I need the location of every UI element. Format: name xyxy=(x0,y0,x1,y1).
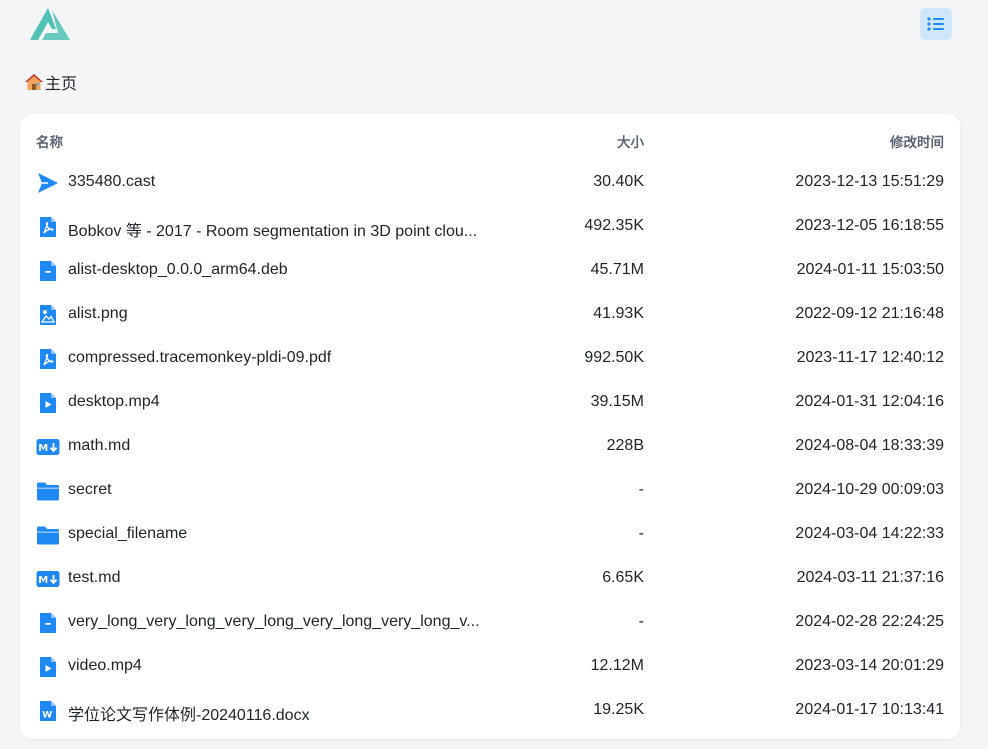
file-name[interactable]: test.md xyxy=(68,569,490,587)
file-modified-time: 2023-12-13 15:51:29 xyxy=(795,173,944,190)
file-name[interactable]: alist.png xyxy=(68,305,490,323)
file-list-card: 名称 大小 修改时间 335480.cast 30.40K 2023-12-13 1… xyxy=(20,114,960,739)
list-view-toggle-button[interactable] xyxy=(920,8,952,40)
markdown-icon: M xyxy=(36,567,60,591)
file-row[interactable]: Mmath.md 228B 2024-08-04 18:33:39 xyxy=(20,425,960,469)
file-row[interactable]: compressed.tracemonkey-pldi-09.pdf 992.50… xyxy=(20,337,960,381)
file-modified-time: 2024-10-29 00:09:03 xyxy=(795,481,944,498)
file-name[interactable]: video.mp4 xyxy=(68,657,490,675)
file-name[interactable]: Bobkov 等 - 2017 - Room segmentation in 3… xyxy=(68,217,490,241)
file-size: 39.15M xyxy=(590,393,644,410)
file-size: 6.65K xyxy=(602,569,644,586)
file-row[interactable]: video.mp4 12.12M 2023-03-14 20:01:29 xyxy=(20,645,960,689)
column-header-modified[interactable]: 修改时间 xyxy=(890,131,944,151)
pdf-icon xyxy=(36,347,60,371)
breadcrumb-home-label[interactable]: 主页 xyxy=(45,70,77,94)
file-size: 228B xyxy=(606,437,644,454)
file-row[interactable]: very_long_very_long_very_long_very_long_… xyxy=(20,601,960,645)
video-icon xyxy=(36,655,60,679)
file-name[interactable]: desktop.mp4 xyxy=(68,393,490,411)
file-name[interactable]: 学位论文写作体例-20240116.docx xyxy=(68,701,490,725)
word-icon: W xyxy=(36,699,60,723)
file-modified-time: 2024-01-31 12:04:16 xyxy=(795,393,944,410)
file-icon xyxy=(36,259,60,283)
breadcrumb[interactable]: 主页 xyxy=(24,71,77,93)
file-row[interactable]: secret - 2024-10-29 00:09:03 xyxy=(20,469,960,513)
pdf-icon xyxy=(36,215,60,239)
house-icon xyxy=(25,74,43,90)
file-modified-time: 2024-01-17 10:13:41 xyxy=(795,701,944,718)
file-modified-time: 2024-08-04 18:33:39 xyxy=(795,437,944,454)
cast-icon xyxy=(36,171,60,195)
column-header-name[interactable]: 名称 xyxy=(36,131,63,151)
file-modified-time: 2023-03-14 20:01:29 xyxy=(795,657,944,674)
file-name[interactable]: alist-desktop_0.0.0_arm64.deb xyxy=(68,261,490,279)
file-size: 992.50K xyxy=(584,349,644,366)
file-row[interactable]: W 学位论文写作体例-20240116.docx 19.25K 2024-01-17 … xyxy=(20,689,960,733)
file-row[interactable]: 335480.cast 30.40K 2023-12-13 15:51:29 xyxy=(20,161,960,205)
file-name[interactable]: 335480.cast xyxy=(68,173,490,191)
file-icon xyxy=(36,611,60,635)
file-size: 30.40K xyxy=(593,173,644,190)
list-icon xyxy=(927,17,944,31)
file-row[interactable]: desktop.mp4 39.15M 2024-01-31 12:04:16 xyxy=(20,381,960,425)
file-size: 492.35K xyxy=(584,217,644,234)
file-name[interactable]: secret xyxy=(68,481,490,499)
file-modified-time: 2023-11-17 12:40:12 xyxy=(796,349,944,366)
file-size: 41.93K xyxy=(593,305,644,322)
file-name[interactable]: special_filename xyxy=(68,525,490,543)
file-size: - xyxy=(638,481,644,498)
file-name[interactable]: math.md xyxy=(68,437,490,455)
file-row[interactable]: alist.png 41.93K 2022-09-12 21:16:48 xyxy=(20,293,960,337)
file-size: - xyxy=(638,613,644,630)
file-row[interactable]: Mtest.md 6.65K 2024-03-11 21:37:16 xyxy=(20,557,960,601)
file-row[interactable]: special_filename - 2024-03-04 14:22:33 xyxy=(20,513,960,557)
file-list-header: 名称 大小 修改时间 xyxy=(20,131,960,151)
column-header-size[interactable]: 大小 xyxy=(617,131,644,151)
svg-text:M: M xyxy=(38,443,48,454)
file-name[interactable]: compressed.tracemonkey-pldi-09.pdf xyxy=(68,349,490,367)
file-size: - xyxy=(638,525,644,542)
file-row[interactable]: Bobkov 等 - 2017 - Room segmentation in 3… xyxy=(20,205,960,249)
file-name[interactable]: very_long_very_long_very_long_very_long_… xyxy=(68,613,490,631)
file-modified-time: 2024-01-11 15:03:50 xyxy=(796,261,944,278)
file-modified-time: 2023-12-05 16:18:55 xyxy=(795,217,944,234)
file-list: 335480.cast 30.40K 2023-12-13 15:51:29 Bobk… xyxy=(20,161,960,733)
image-icon xyxy=(36,303,60,327)
file-modified-time: 2024-02-28 22:24:25 xyxy=(795,613,944,630)
file-modified-time: 2024-03-04 14:22:33 xyxy=(795,525,944,542)
file-row[interactable]: alist-desktop_0.0.0_arm64.deb 45.71M 2024-… xyxy=(20,249,960,293)
file-size: 12.12M xyxy=(590,657,644,674)
svg-text:M: M xyxy=(38,575,48,586)
markdown-icon: M xyxy=(36,435,60,459)
file-modified-time: 2022-09-12 21:16:48 xyxy=(795,305,944,322)
file-size: 19.25K xyxy=(593,701,644,718)
alist-logo-icon[interactable] xyxy=(28,6,72,44)
folder-icon xyxy=(36,523,60,547)
file-size: 45.71M xyxy=(590,261,644,278)
top-bar xyxy=(0,0,988,60)
folder-icon xyxy=(36,479,60,503)
file-modified-time: 2024-03-11 21:37:16 xyxy=(796,569,944,586)
video-icon xyxy=(36,391,60,415)
svg-text:W: W xyxy=(42,711,52,721)
